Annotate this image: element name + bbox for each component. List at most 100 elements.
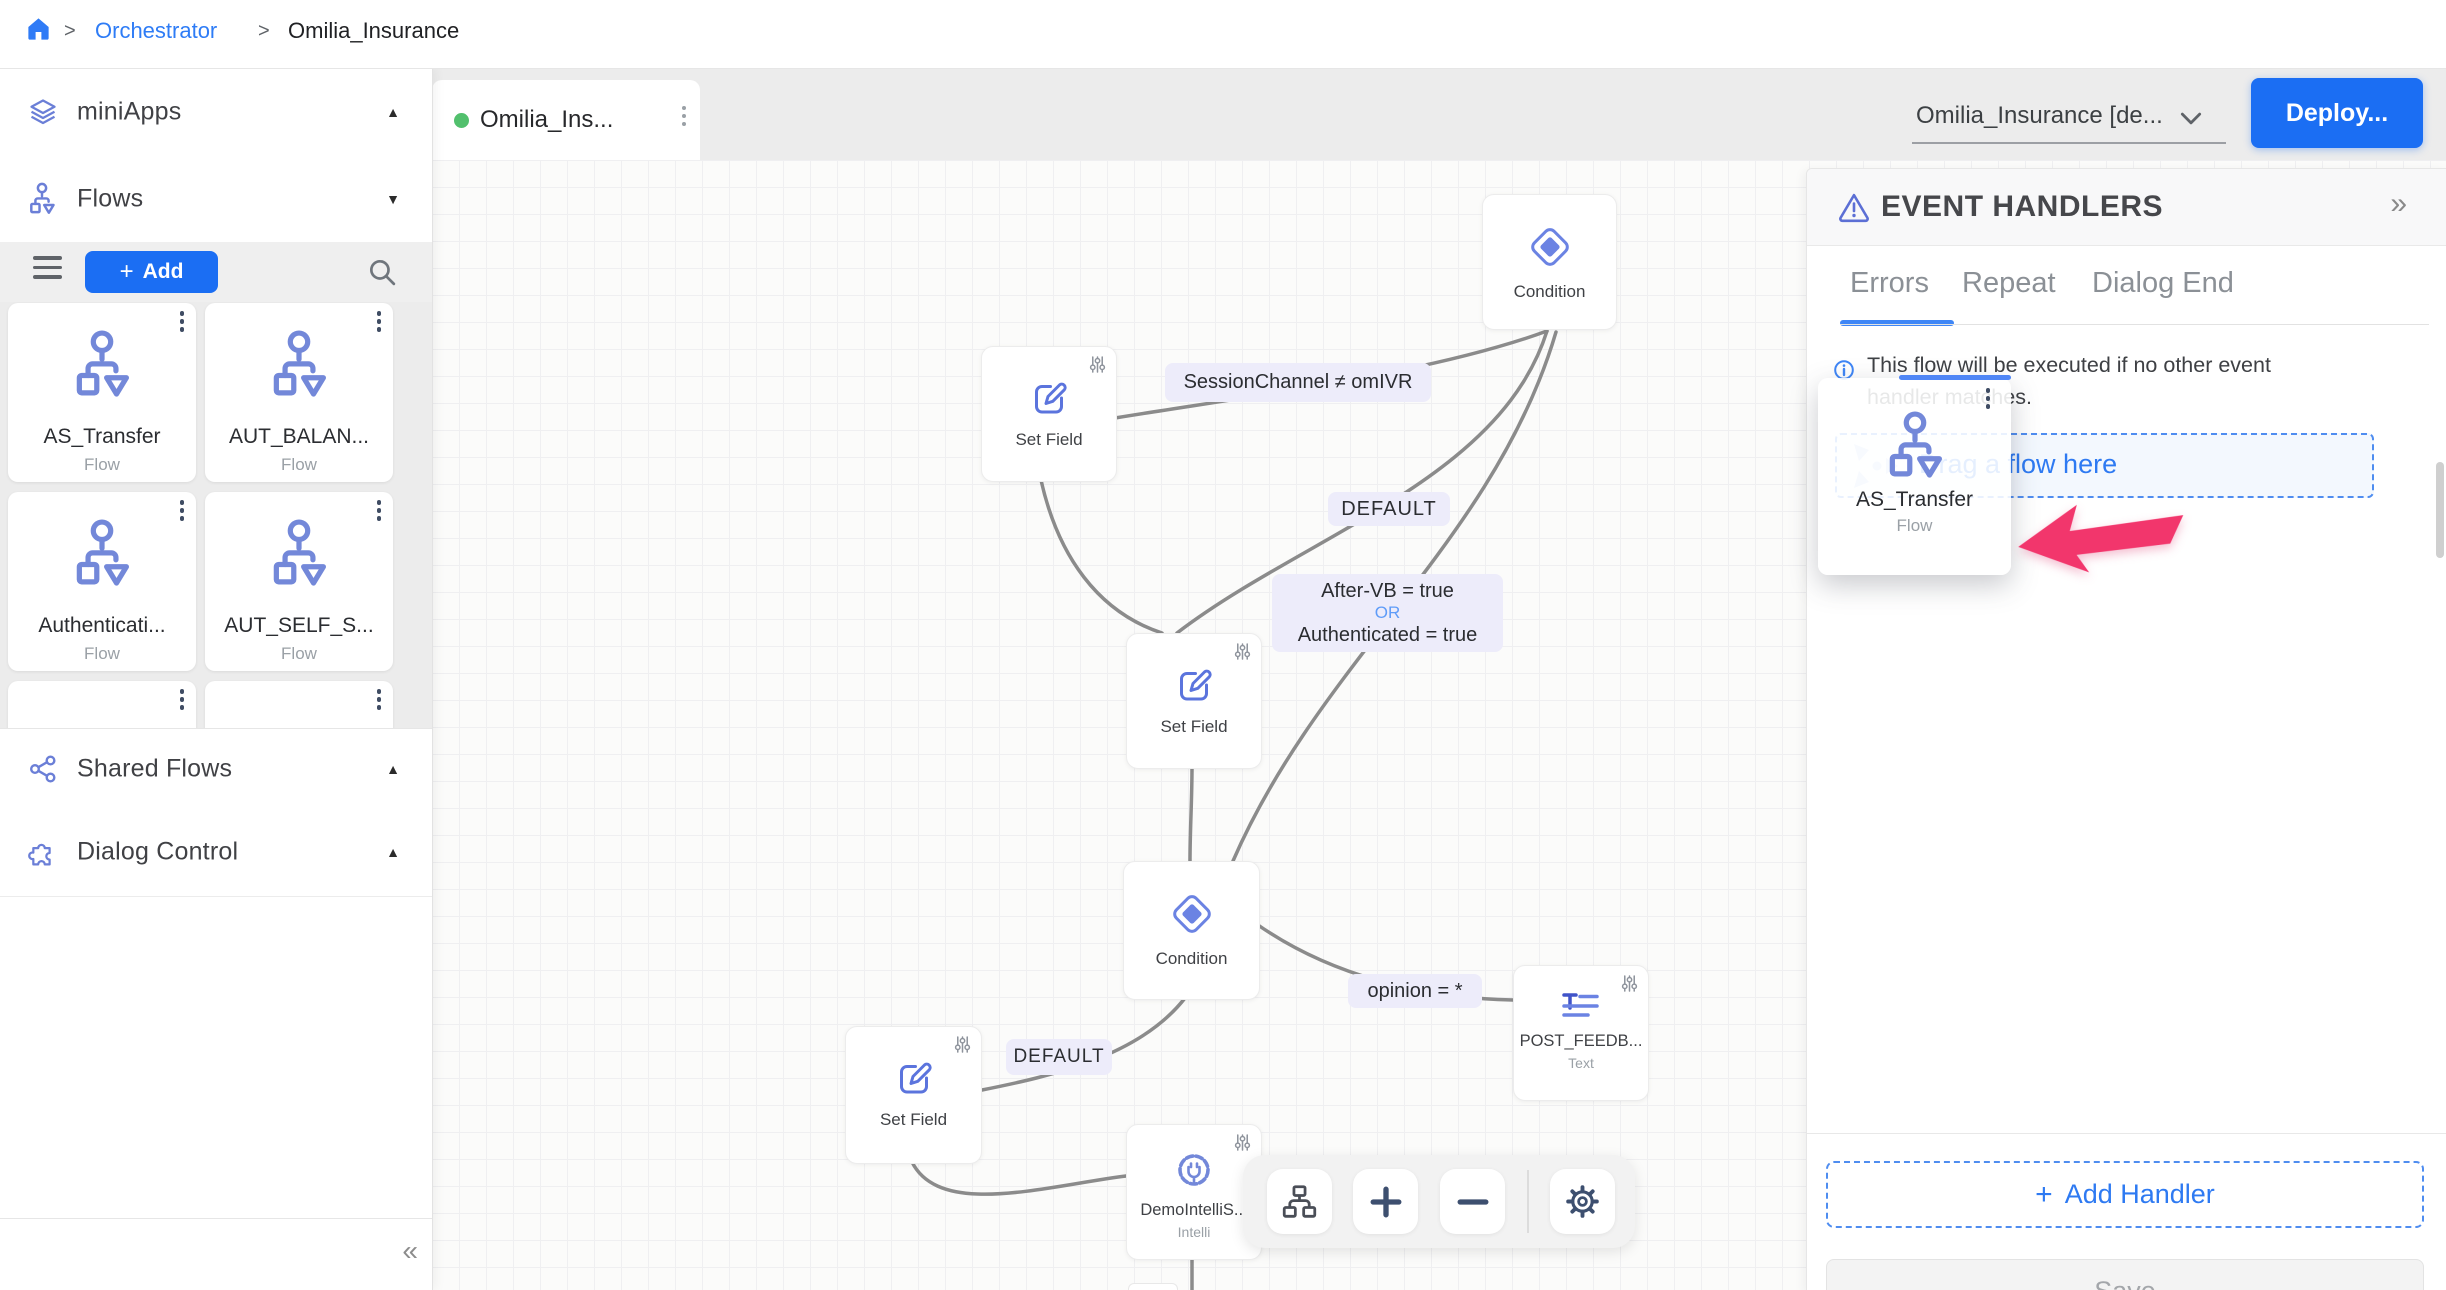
edge-label-opinion[interactable]: opinion = *: [1348, 974, 1482, 1008]
dragged-card-type: Flow: [1897, 516, 1933, 536]
flow-card-aut-balance[interactable]: AUT_BALAN... Flow: [205, 303, 393, 482]
orchestrator-app: > Orchestrator > Omilia_Insurance Omilia…: [0, 0, 2446, 1290]
node-demo-intelli[interactable]: DemoIntelliS... Intelli: [1126, 1124, 1262, 1260]
plus-glyph: +: [2035, 1178, 2053, 1212]
tab-omilia-insurance[interactable]: Omilia_Ins...: [432, 80, 700, 160]
tab-status-dot: [454, 113, 469, 128]
flow-icon: [74, 518, 130, 590]
node-set-field-top[interactable]: Set Field: [981, 346, 1117, 482]
flow-icon: [74, 329, 130, 401]
canvas-settings-button[interactable]: [1550, 1169, 1615, 1234]
zoom-out-button[interactable]: [1440, 1169, 1505, 1234]
expand-caret-icon[interactable]: ▼: [386, 191, 400, 207]
set-field-pencil-icon: [1029, 377, 1069, 417]
node-condition-top[interactable]: Condition: [1482, 194, 1617, 330]
node-set-field-bottom[interactable]: Set Field: [845, 1026, 982, 1164]
sidebar-section-flows[interactable]: Flows ▼: [0, 156, 432, 242]
node-partial-bottom: [1128, 1283, 1178, 1290]
node-type-label: Intelli: [1178, 1224, 1211, 1240]
flow-card-name: AUT_SELF_S...: [205, 614, 393, 638]
node-settings-icon[interactable]: [954, 1035, 971, 1054]
node-settings-icon[interactable]: [1234, 1133, 1251, 1152]
breadcrumb-current-page: Omilia_Insurance: [288, 18, 459, 44]
collapse-panel-icon[interactable]: »: [2390, 187, 2407, 221]
save-button[interactable]: Save: [1826, 1259, 2424, 1290]
home-icon[interactable]: [25, 15, 52, 42]
kebab-menu-icon[interactable]: [180, 500, 185, 524]
set-field-pencil-icon: [894, 1057, 934, 1097]
node-condition-middle[interactable]: Condition: [1123, 861, 1260, 1000]
node-label: Set Field: [1015, 430, 1082, 450]
collapse-caret-icon[interactable]: ▲: [386, 844, 400, 860]
flow-card-name: Authenticati...: [8, 614, 196, 638]
flow-card-partial[interactable]: [205, 681, 393, 728]
collapse-caret-icon[interactable]: ▲: [386, 104, 400, 120]
node-set-field-middle[interactable]: Set Field: [1126, 633, 1262, 769]
add-handler-button[interactable]: + Add Handler: [1826, 1161, 2424, 1228]
section-label: Flows: [77, 185, 143, 214]
node-label: Set Field: [880, 1110, 947, 1130]
flow-card-name: AS_Transfer: [8, 425, 196, 449]
flow-card-type: Flow: [8, 455, 196, 475]
deploy-button[interactable]: Deploy...: [2251, 78, 2423, 148]
flow-card-type: Flow: [205, 455, 393, 475]
active-tab-indicator: [1840, 320, 1954, 326]
dragged-flow-card[interactable]: AS_Transfer Flow: [1818, 378, 2011, 575]
flow-card-name: AUT_BALAN...: [205, 425, 393, 449]
tab-kebab-menu-icon[interactable]: [682, 106, 686, 130]
gear-icon: [1564, 1183, 1601, 1220]
sidebar-section-dialog-control[interactable]: Dialog Control ▲: [0, 807, 432, 897]
scrollbar-thumb[interactable]: [2436, 462, 2444, 558]
kebab-menu-icon[interactable]: [377, 689, 382, 713]
kebab-menu-icon[interactable]: [377, 311, 382, 335]
condition-diamond-icon: [1170, 892, 1214, 936]
sidebar: miniApps ▲ Flows ▼ + Add AS_Transfer Flo…: [0, 68, 433, 1290]
node-label: POST_FEEDB...: [1520, 1032, 1643, 1051]
node-settings-icon[interactable]: [1234, 642, 1251, 661]
flow-card-list: AS_Transfer Flow AUT_BALAN... Flow Authe…: [0, 302, 432, 728]
version-select[interactable]: Omilia_Insurance [de...: [1912, 96, 2226, 144]
kebab-menu-icon[interactable]: [180, 311, 185, 335]
search-icon[interactable]: [367, 257, 398, 288]
edge-label-session-channel[interactable]: SessionChannel ≠ omIVR: [1165, 363, 1431, 402]
collapse-caret-icon[interactable]: ▲: [386, 761, 400, 777]
flow-card-authentication[interactable]: Authenticati... Flow: [8, 492, 196, 671]
edge-label-default-1[interactable]: DEFAULT: [1328, 492, 1450, 526]
auto-layout-button[interactable]: [1267, 1169, 1332, 1234]
flow-icon: [1887, 410, 1943, 482]
node-label: DemoIntelliS...: [1140, 1201, 1247, 1220]
plus-icon: [1370, 1186, 1402, 1218]
annotation-arrow: [2015, 499, 2187, 577]
node-label: Condition: [1156, 949, 1228, 969]
kebab-menu-icon[interactable]: [180, 689, 185, 713]
list-view-icon[interactable]: [33, 256, 62, 285]
node-post-feedback[interactable]: POST_FEEDB... Text: [1513, 965, 1649, 1101]
alert-triangle-icon: [1837, 190, 1871, 224]
kebab-menu-icon[interactable]: [377, 500, 382, 524]
tab-errors[interactable]: Errors: [1850, 267, 1929, 300]
flow-card-type: Flow: [205, 644, 393, 664]
tab-dialog-end[interactable]: Dialog End: [2092, 267, 2234, 300]
canvas-toolbar: [1243, 1155, 1635, 1248]
flow-card-aut-self-service[interactable]: AUT_SELF_S... Flow: [205, 492, 393, 671]
tab-repeat[interactable]: Repeat: [1962, 267, 2056, 300]
node-settings-icon[interactable]: [1089, 355, 1106, 374]
node-label: Condition: [1514, 282, 1586, 302]
sidebar-section-miniapps[interactable]: miniApps ▲: [0, 68, 432, 157]
edge-label-line1: After-VB = true: [1321, 579, 1454, 603]
flow-icon: [271, 518, 327, 590]
layers-icon: [28, 97, 58, 127]
add-flow-button[interactable]: + Add: [85, 251, 218, 293]
sidebar-section-shared-flows[interactable]: Shared Flows ▲: [0, 728, 432, 809]
breadcrumb-orchestrator-link[interactable]: Orchestrator: [95, 18, 217, 44]
dragged-card-name: AS_Transfer: [1856, 488, 1973, 512]
edge-label-after-vb[interactable]: After-VB = true OR Authenticated = true: [1272, 574, 1503, 652]
node-settings-icon[interactable]: [1621, 974, 1638, 993]
section-label: miniApps: [77, 98, 181, 127]
flow-card-partial[interactable]: [8, 681, 196, 728]
edge-label-default-2[interactable]: DEFAULT: [1006, 1039, 1112, 1075]
collapse-sidebar-icon[interactable]: «: [402, 1235, 418, 1267]
chevron-down-icon: [2180, 112, 2202, 125]
zoom-in-button[interactable]: [1353, 1169, 1418, 1234]
flow-card-as-transfer[interactable]: AS_Transfer Flow: [8, 303, 196, 482]
